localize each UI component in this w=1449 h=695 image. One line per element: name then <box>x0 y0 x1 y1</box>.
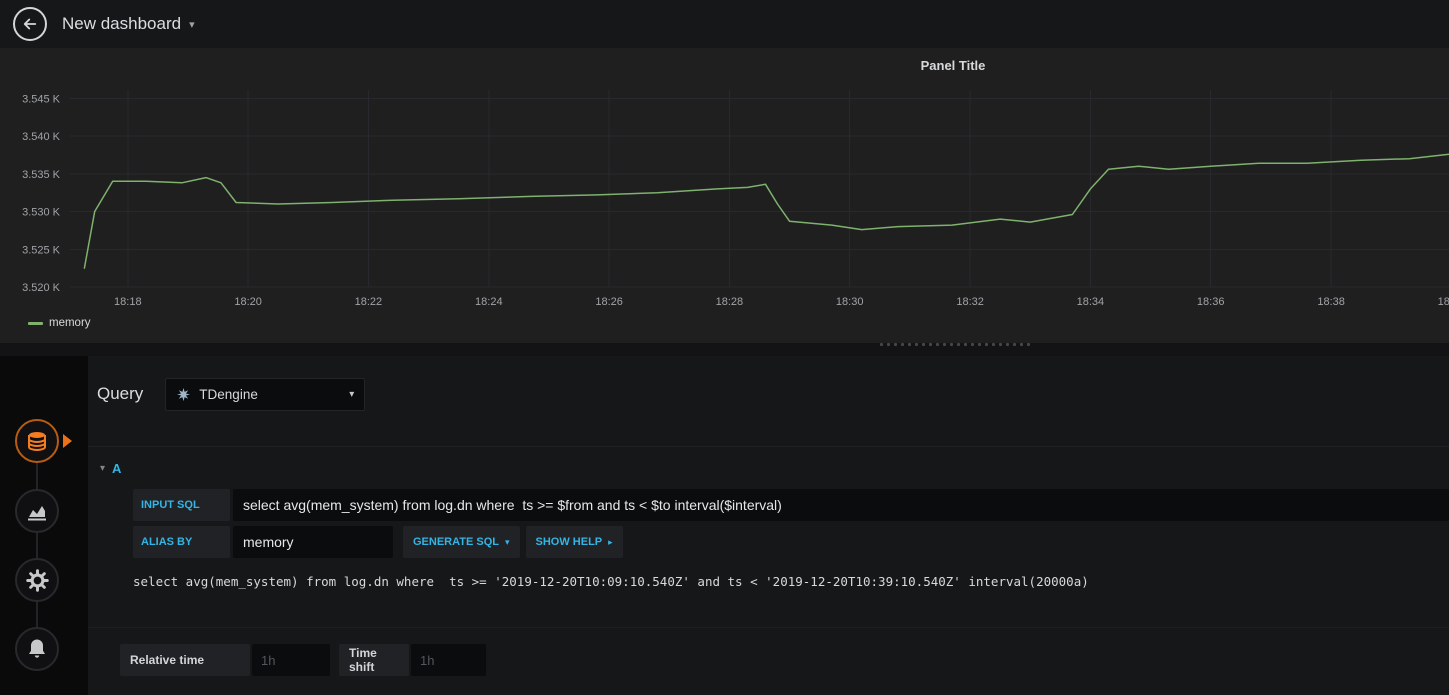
time-options-row: Relative time Time shift <box>120 644 1449 676</box>
dashboard-title[interactable]: New dashboard <box>62 14 181 34</box>
gear-icon <box>25 568 50 593</box>
svg-text:18:38: 18:38 <box>1317 296 1345 308</box>
grafana-edit-screen: New dashboard ▾ Panel Title 3.545 K 3.540… <box>0 0 1449 695</box>
input-sql-label: INPUT SQL <box>133 489 230 521</box>
datasource-name: TDengine <box>199 386 258 402</box>
database-icon <box>25 429 49 453</box>
input-sql-field[interactable] <box>233 489 1449 521</box>
input-sql-row: INPUT SQL <box>133 489 1449 521</box>
chevron-down-icon: ▾ <box>504 536 510 547</box>
svg-text:18:32: 18:32 <box>956 296 984 308</box>
svg-text:18:20: 18:20 <box>234 296 262 308</box>
time-shift-label: Time shift <box>339 644 409 676</box>
horizontal-scrollbar-handle[interactable] <box>878 342 1030 347</box>
tab-queries[interactable] <box>15 419 59 463</box>
svg-text:18:18: 18:18 <box>114 296 142 308</box>
query-editor-pane: Query TDengine ▾ ▾ A INPUT SQL select av… <box>88 356 1449 695</box>
tab-alert[interactable] <box>15 627 59 671</box>
alias-by-field[interactable] <box>233 526 393 558</box>
collapse-caret-icon: ▾ <box>100 462 106 474</box>
generate-sql-label: GENERATE SQL <box>413 536 499 548</box>
tdengine-icon <box>176 387 191 402</box>
svg-text:3.520 K: 3.520 K <box>22 282 61 294</box>
tab-visualization[interactable] <box>15 489 59 533</box>
legend-label: memory <box>49 317 91 329</box>
svg-text:18:34: 18:34 <box>1077 296 1105 308</box>
graph-panel: Panel Title 3.545 K 3.540 K 3.535 K 3.530 K… <box>0 48 1449 343</box>
time-options-section: Relative time Time shift <box>88 627 1449 676</box>
svg-text:3.545 K: 3.545 K <box>22 93 61 105</box>
arrow-left-icon <box>21 15 39 33</box>
svg-text:3.525 K: 3.525 K <box>22 244 61 256</box>
svg-text:18:40: 18:40 <box>1438 296 1449 308</box>
chevron-right-icon: ▸ <box>608 536 613 547</box>
bell-icon <box>25 637 49 661</box>
legend-color-swatch <box>28 321 43 325</box>
tab-connector-line <box>36 441 38 649</box>
svg-text:18:22: 18:22 <box>355 296 383 308</box>
svg-text:3.530 K: 3.530 K <box>22 207 61 219</box>
legend-item-memory[interactable]: memory <box>28 317 91 329</box>
show-help-label: SHOW HELP <box>535 536 603 548</box>
chevron-down-icon[interactable]: ▾ <box>189 18 195 31</box>
tab-general[interactable] <box>15 558 59 602</box>
relative-time-label: Relative time <box>120 644 250 676</box>
show-help-button[interactable]: SHOW HELP ▸ <box>525 526 623 558</box>
panel-editor: Query TDengine ▾ ▾ A INPUT SQL select av… <box>0 356 1449 695</box>
query-section-title: Query <box>97 384 144 403</box>
svg-text:18:36: 18:36 <box>1197 296 1225 308</box>
generate-sql-button[interactable]: GENERATE SQL ▾ <box>403 526 520 558</box>
back-button[interactable] <box>13 7 47 41</box>
svg-text:18:28: 18:28 <box>716 296 744 308</box>
query-ref-letter: A <box>112 460 122 476</box>
query-header: Query TDengine ▾ <box>97 376 1449 412</box>
time-series-chart[interactable]: 3.545 K 3.540 K 3.535 K 3.530 K 3.525 K 3.520… <box>0 48 1449 343</box>
svg-text:3.535 K: 3.535 K <box>22 169 61 181</box>
svg-text:18:30: 18:30 <box>836 296 864 308</box>
section-divider <box>88 446 1449 447</box>
svg-text:18:26: 18:26 <box>595 296 623 308</box>
query-ref-toggle[interactable]: ▾ A <box>100 457 1449 479</box>
chevron-down-icon: ▾ <box>349 388 355 400</box>
datasource-picker[interactable]: TDengine ▾ <box>165 377 366 411</box>
graph-icon <box>25 499 49 523</box>
query-form: INPUT SQL ALIAS BY GENERATE SQL ▾ SHOW H… <box>88 489 1449 589</box>
time-shift-field[interactable] <box>411 644 486 676</box>
alias-by-label: ALIAS BY <box>133 526 230 558</box>
generated-sql-text: select avg(mem_system) from log.dn where… <box>133 574 1089 589</box>
svg-text:18:24: 18:24 <box>475 296 503 308</box>
top-navbar: New dashboard ▾ <box>0 0 1449 48</box>
active-tab-arrow-icon <box>63 434 72 448</box>
relative-time-field[interactable] <box>252 644 330 676</box>
editor-tab-sidebar <box>0 356 88 695</box>
alias-by-row: ALIAS BY GENERATE SQL ▾ SHOW HELP ▸ <box>133 526 1449 558</box>
svg-text:3.540 K: 3.540 K <box>22 131 61 143</box>
